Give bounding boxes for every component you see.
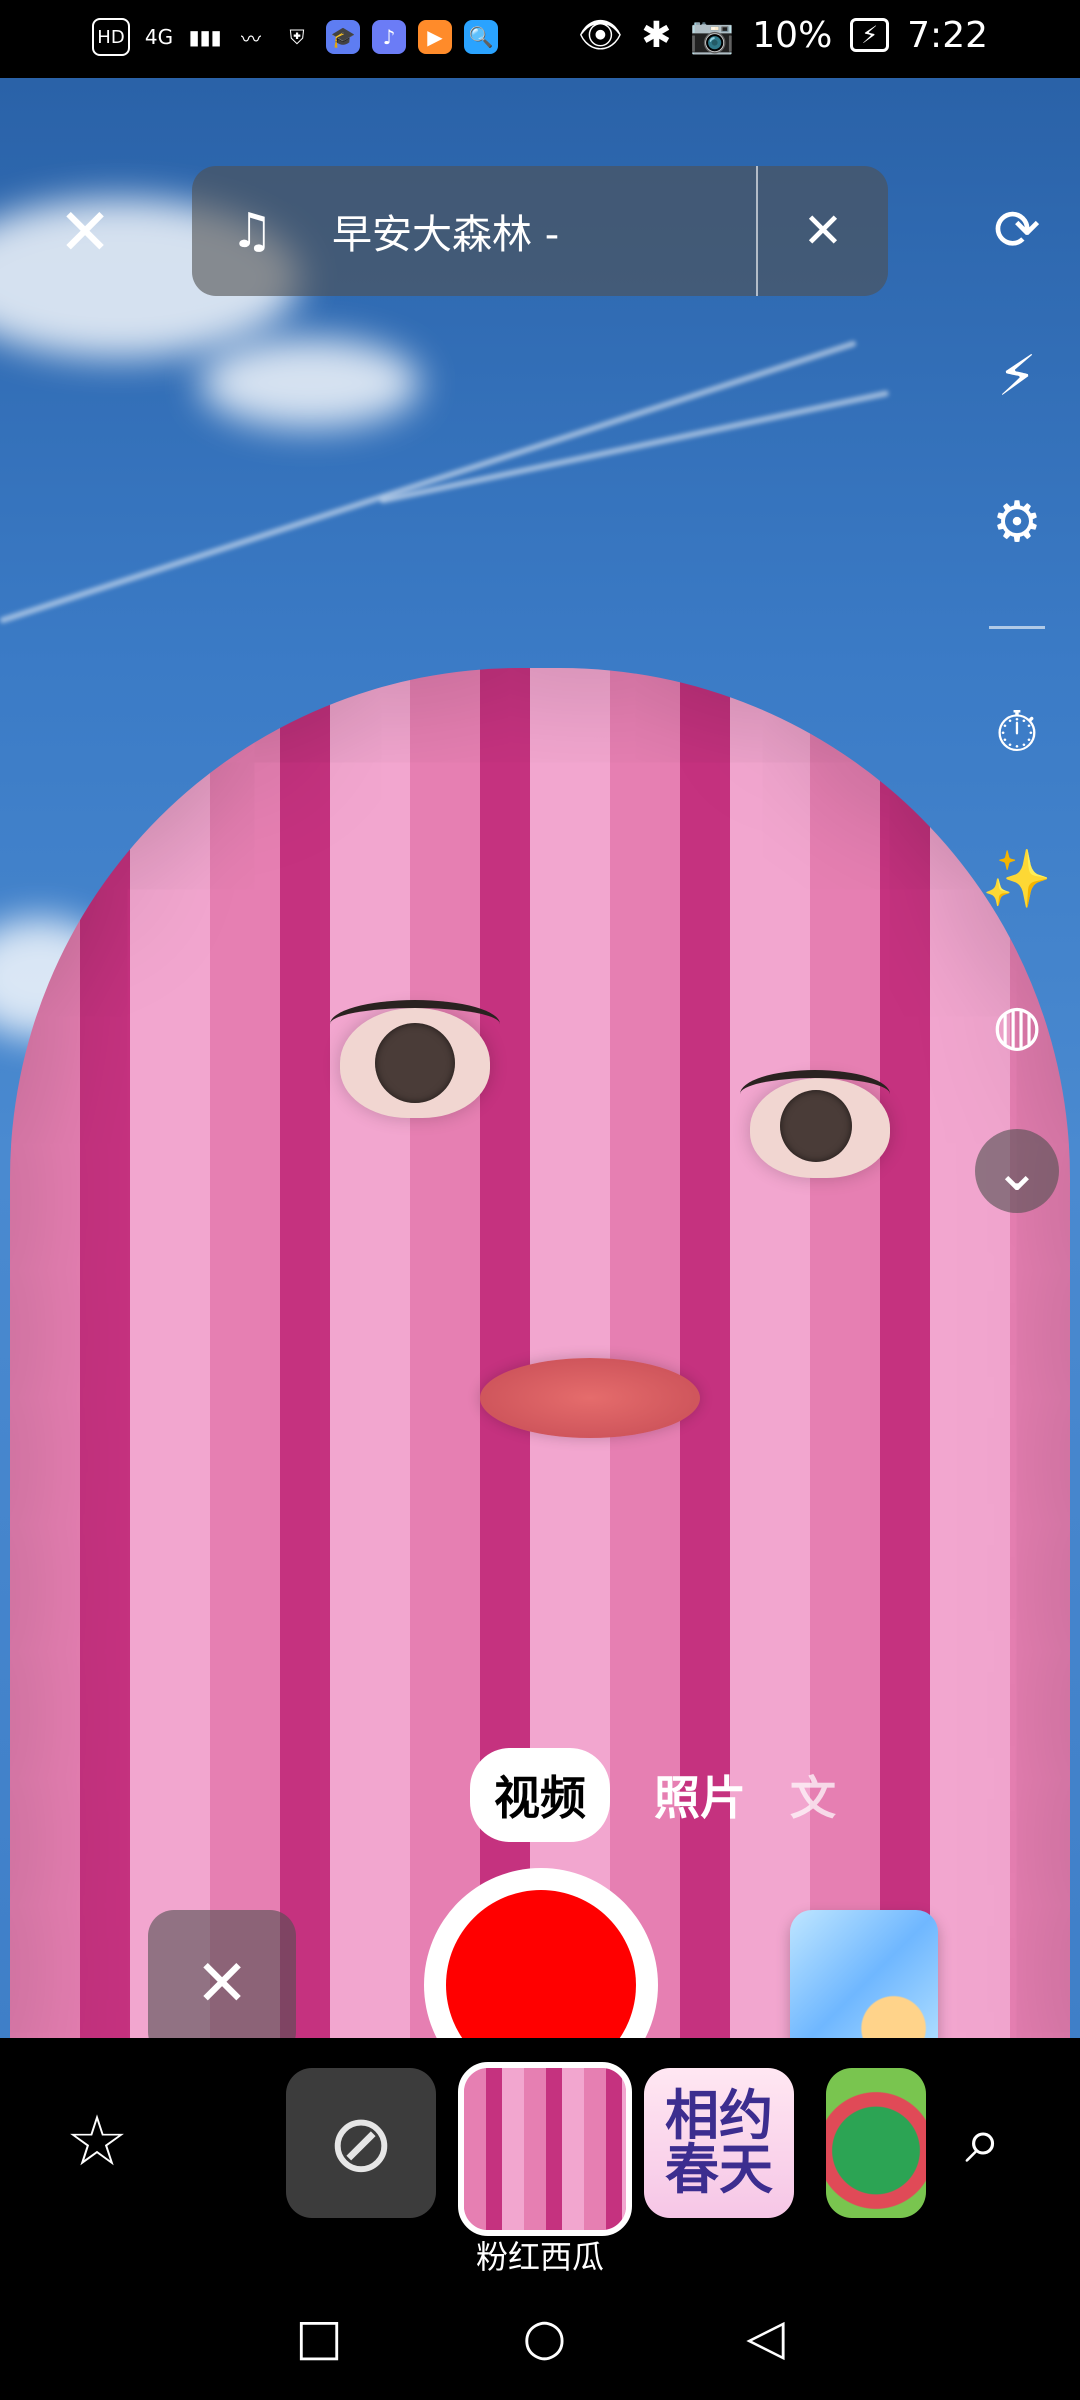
mode-video[interactable]: 视频 [470,1748,610,1842]
right-eye [740,1070,890,1178]
close-icon: ✕ [58,196,112,270]
hd-icon: HD [92,18,130,56]
selected-effect-label: 粉红西瓜 [475,2238,604,2276]
settings-button[interactable]: ⚙ [975,480,1059,564]
effect-watermelon[interactable] [826,2068,926,2218]
close-button[interactable]: ✕ [40,188,130,278]
timer-button[interactable]: ⏱ [975,691,1059,775]
bluetooth-icon: ✱ [641,14,672,56]
effect-selected[interactable] [458,2062,632,2236]
search-icon: ⌕ [965,2104,1001,2178]
triangle-back-icon: ◁ [746,2308,785,2366]
mode-photo[interactable]: 照片 [654,1762,746,1828]
battery-icon: ⚡ [850,18,890,52]
back-button[interactable]: ◁ [746,2308,784,2366]
remove-music-icon: ✕ [802,203,844,259]
song-title: 早安大森林 - [332,212,560,258]
wifi-icon: 〰 [241,26,261,51]
signal-icon: ▮▮▮ [188,25,222,49]
beauty-button[interactable]: ✨ [975,837,1059,921]
effects-search-button[interactable]: ⌕ [940,2098,1026,2184]
app-hat-icon: 🎓 [326,20,360,54]
flash-toggle[interactable]: ⚡ [975,334,1059,418]
chevron-down-icon: ⌄ [993,1138,1041,1204]
flash-off-icon: ⚡ [997,343,1037,409]
sky-streak [379,389,890,504]
sky-streak [0,340,857,624]
mouth [480,1358,700,1438]
timer-icon: ⏱ [995,700,1039,765]
flip-camera-icon: ⟳ [993,197,1041,263]
camera-view[interactable]: ✕ ♫ 早安大森林 - ✕ ⟳ ⚡ ⚙ ⏱ ✨ ◍ ⌄ 视频 照片 文 ✕ [0,78,1080,2038]
network-4g-icon: 4G [144,25,174,49]
mode-selector: 视频 照片 文 [470,1748,836,1842]
cloud [200,338,420,428]
music-selector[interactable]: ♫ 早安大森林 - ✕ [192,166,888,296]
ban-icon: ⊘ [327,2096,395,2190]
close-icon: ✕ [195,1947,249,2021]
spring-text: 相约春天 [665,2084,773,2201]
effect-thumbnail-watermelon-face [464,2068,626,2230]
effect-spring[interactable]: 相约春天 [644,2068,794,2218]
battery-percent: 10% [752,14,833,56]
filters-button[interactable]: ◍ [975,983,1059,1067]
square-icon: □ [295,2308,343,2366]
favorites-button[interactable]: ☆ [54,2098,140,2184]
left-eye [330,1000,500,1118]
camera-icon: 📷 [689,15,735,56]
mode-text[interactable]: 文 [790,1762,836,1828]
side-toolbar: ⟳ ⚡ ⚙ ⏱ ✨ ◍ ⌄ [975,188,1059,1213]
magic-wand-icon: ✨ [982,847,1052,912]
status-left: HD 4G ▮▮▮ 〰 ⛨ 🎓 ♪ ▶ 🔍 [92,18,498,56]
star-icon: ☆ [65,2100,129,2182]
flip-camera-button[interactable]: ⟳ [975,188,1059,272]
left-pupil [375,1023,455,1103]
shield-icon: ⛨ [289,25,305,49]
remove-music-button[interactable]: ✕ [758,203,888,259]
recent-apps-button[interactable]: □ [295,2308,342,2366]
effect-none[interactable]: ⊘ [286,2068,436,2218]
app-search-icon: 🔍 [464,20,498,54]
more-tools-button[interactable]: ⌄ [975,1129,1059,1213]
home-button[interactable]: ○ [523,2308,567,2366]
gallery-button[interactable] [790,1910,938,2038]
status-right: 👁 ✱ 📷 10% ⚡ 7:22 [577,14,988,57]
navigation-bar: □ ○ ◁ [0,2296,1080,2378]
app-video-icon: ▶ [418,20,452,54]
filters-icon: ◍ [992,992,1042,1058]
discard-button[interactable]: ✕ [148,1910,296,2038]
eye-icon: 👁 [577,15,624,56]
record-dot [446,1890,636,2038]
music-note-icon: ♫ [230,203,274,259]
status-bar: HD 4G ▮▮▮ 〰 ⛨ 🎓 ♪ ▶ 🔍 👁 ✱ 📷 10% ⚡ 7:22 [0,0,1080,78]
app-music-icon: ♪ [372,20,406,54]
gear-icon: ⚙ [991,489,1043,555]
time: 7:22 [907,14,988,56]
right-pupil [780,1090,852,1162]
toolbar-separator [989,626,1045,629]
circle-icon: ○ [522,2308,567,2366]
